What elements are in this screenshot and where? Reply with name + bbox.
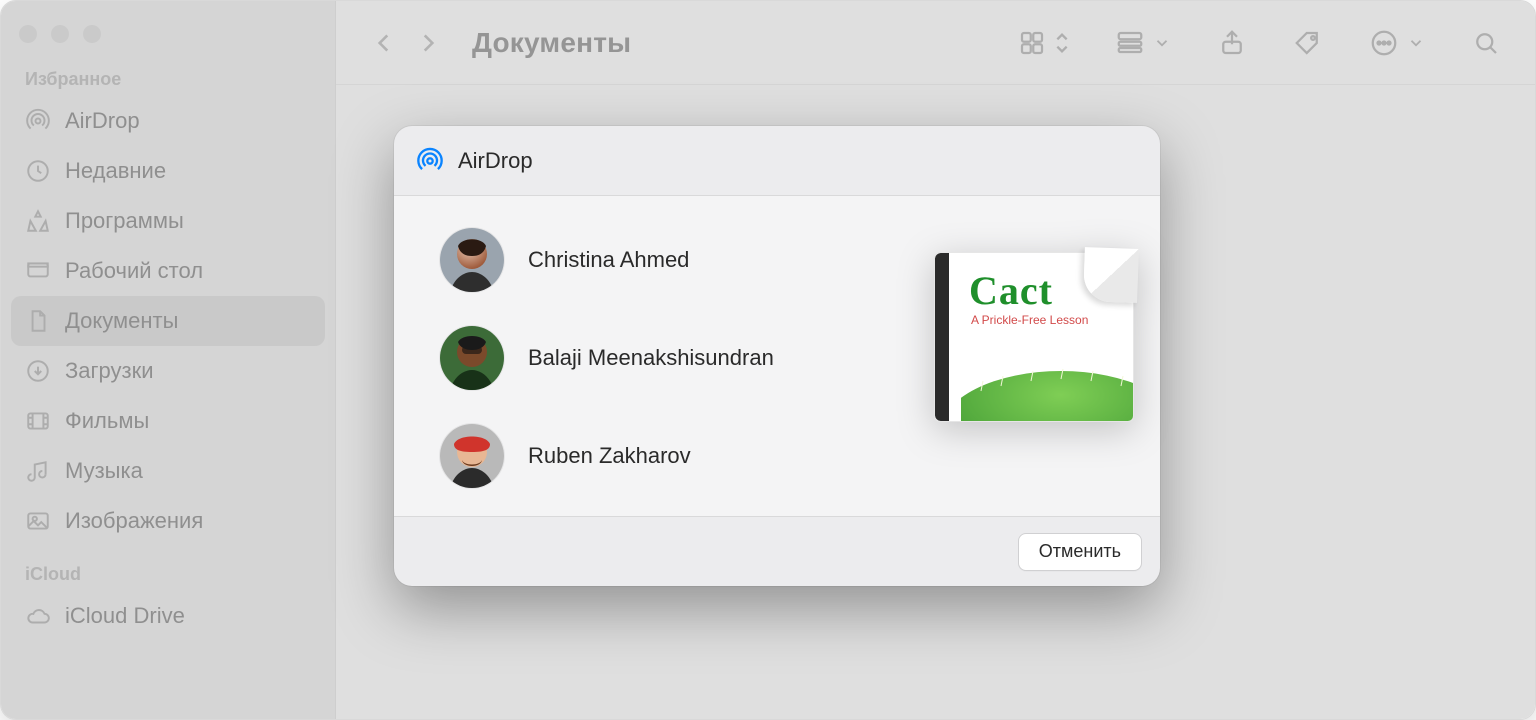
sidebar: Избранное AirDrop Недавние Программы (1, 1, 336, 719)
sidebar-item-label: Изображения (65, 508, 311, 534)
preview-subtitle: A Prickle-Free Lesson (971, 313, 1088, 327)
sidebar-item-documents[interactable]: Документы (11, 296, 325, 346)
updown-icon (1055, 32, 1069, 54)
window-title: Документы (472, 27, 631, 59)
sidebar-item-label: Фильмы (65, 408, 311, 434)
desktop-icon (25, 258, 51, 284)
download-icon (25, 358, 51, 384)
avatar (440, 228, 504, 292)
zoom-window-button[interactable] (83, 25, 101, 43)
chevron-down-icon (1407, 34, 1425, 52)
sidebar-item-pictures[interactable]: Изображения (11, 496, 325, 546)
cancel-button[interactable]: Отменить (1018, 533, 1142, 571)
sidebar-item-desktop[interactable]: Рабочий стол (11, 246, 325, 296)
airdrop-person-name: Balaji Meenakshisundran (528, 345, 774, 371)
group-by-button[interactable] (1115, 28, 1171, 58)
avatar (440, 326, 504, 390)
modal-title: AirDrop (458, 148, 533, 174)
airdrop-person[interactable]: Christina Ahmed (440, 228, 910, 292)
airdrop-modal: AirDrop Christina Ahmed Balaji Meenakshi… (394, 126, 1160, 586)
airdrop-icon (25, 108, 51, 134)
document-icon (25, 308, 51, 334)
close-window-button[interactable] (19, 25, 37, 43)
sidebar-item-downloads[interactable]: Загрузки (11, 346, 325, 396)
image-icon (25, 508, 51, 534)
sidebar-item-airdrop[interactable]: AirDrop (11, 96, 325, 146)
search-button[interactable] (1471, 28, 1501, 58)
stack-icon (1115, 28, 1145, 58)
music-icon (25, 458, 51, 484)
sidebar-item-label: Музыка (65, 458, 311, 484)
airdrop-person[interactable]: Balaji Meenakshisundran (440, 326, 910, 390)
toolbar: Документы (336, 1, 1535, 85)
preview-title: Cact (969, 267, 1053, 314)
share-preview: Cact A Prickle-Free Lesson (934, 252, 1134, 422)
airdrop-person[interactable]: Ruben Zakharov (440, 424, 910, 488)
sidebar-item-label: Загрузки (65, 358, 311, 384)
sidebar-section-title: Избранное (11, 69, 325, 96)
sidebar-item-movies[interactable]: Фильмы (11, 396, 325, 446)
sidebar-item-label: AirDrop (65, 108, 311, 134)
view-mode-button[interactable] (1017, 28, 1069, 58)
more-icon (1369, 28, 1399, 58)
chevron-down-icon (1153, 34, 1171, 52)
minimize-window-button[interactable] (51, 25, 69, 43)
sidebar-section-title: iCloud (11, 564, 325, 591)
tags-button[interactable] (1293, 28, 1323, 58)
modal-body: Christina Ahmed Balaji Meenakshisundran … (394, 196, 1160, 516)
back-button[interactable] (370, 29, 398, 57)
airdrop-person-name: Ruben Zakharov (528, 443, 691, 469)
sidebar-item-label: Рабочий стол (65, 258, 311, 284)
film-icon (25, 408, 51, 434)
sidebar-item-recents[interactable]: Недавние (11, 146, 325, 196)
sidebar-item-applications[interactable]: Программы (11, 196, 325, 246)
avatar (440, 424, 504, 488)
traffic-lights (11, 15, 325, 69)
sidebar-item-label: Программы (65, 208, 311, 234)
clock-icon (25, 158, 51, 184)
cloud-icon (25, 603, 51, 629)
sidebar-item-label: Недавние (65, 158, 311, 184)
apps-icon (25, 208, 51, 234)
sidebar-item-icloud-drive[interactable]: iCloud Drive (11, 591, 325, 641)
sidebar-item-music[interactable]: Музыка (11, 446, 325, 496)
share-button[interactable] (1217, 28, 1247, 58)
airdrop-person-name: Christina Ahmed (528, 247, 689, 273)
page-curl-icon (1083, 247, 1139, 303)
modal-footer: Отменить (394, 516, 1160, 586)
modal-header: AirDrop (394, 126, 1160, 196)
grid-icon (1017, 28, 1047, 58)
sidebar-item-label: iCloud Drive (65, 603, 311, 629)
people-list: Christina Ahmed Balaji Meenakshisundran … (440, 222, 910, 488)
sidebar-item-label: Документы (65, 308, 311, 334)
actions-button[interactable] (1369, 28, 1425, 58)
airdrop-icon (416, 147, 444, 175)
forward-button[interactable] (414, 29, 442, 57)
